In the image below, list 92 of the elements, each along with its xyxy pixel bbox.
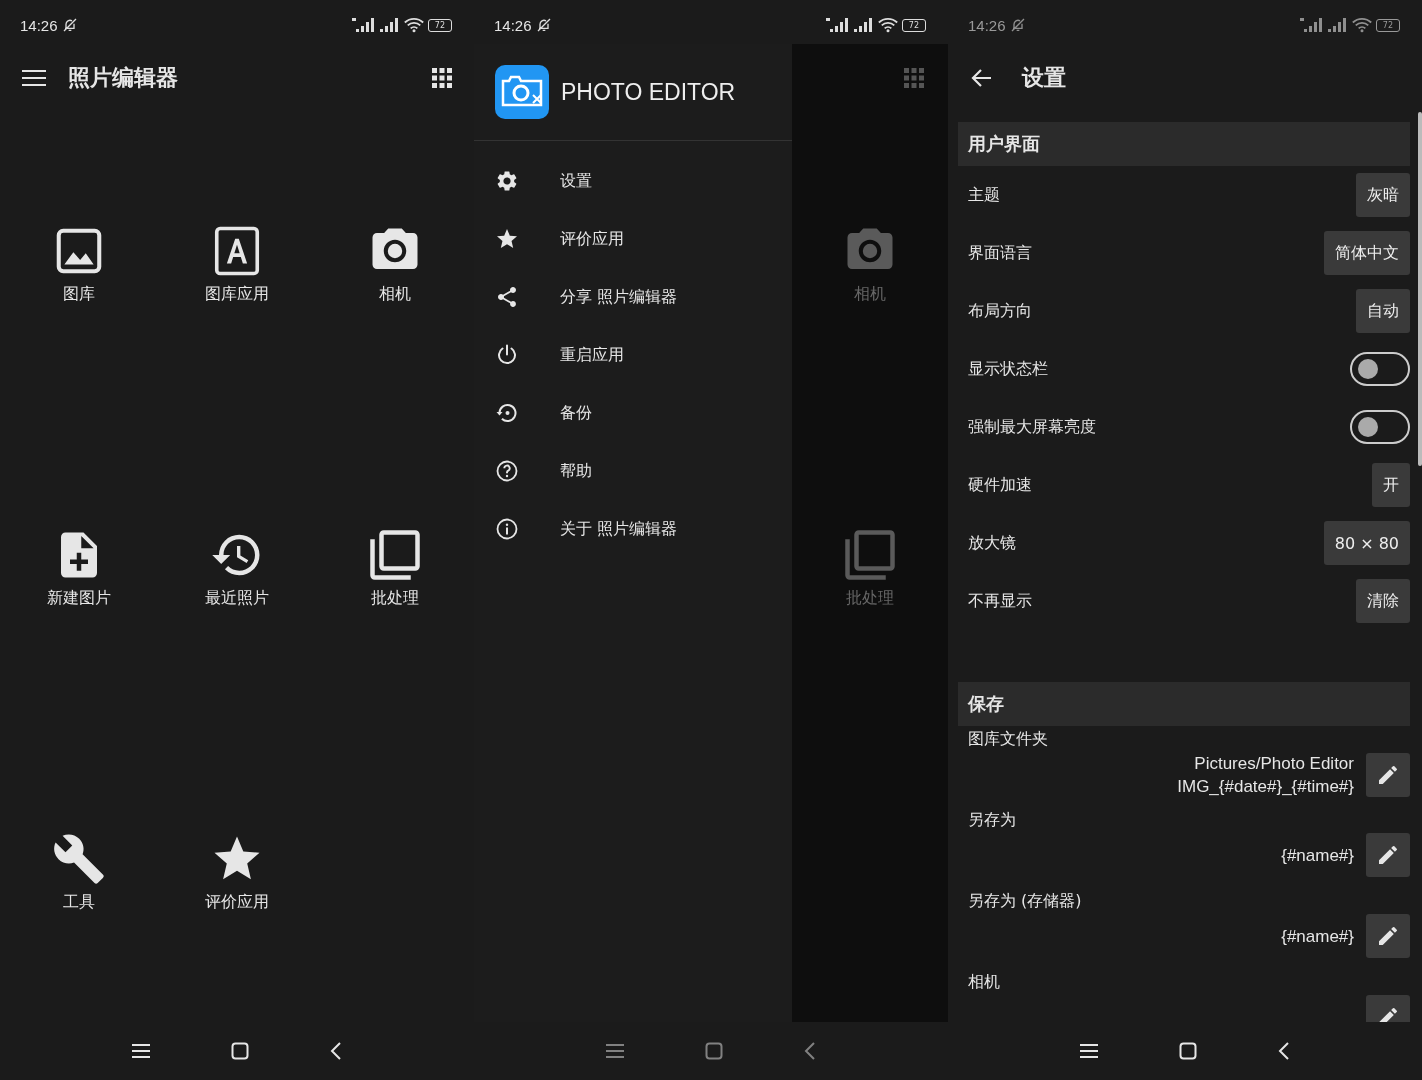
tile-label[interactable]: 新建图片: [47, 588, 111, 609]
setting-label: 另存为: [968, 809, 1017, 831]
drawer-item[interactable]: 备份: [474, 384, 792, 442]
signal-icon: [379, 18, 400, 32]
home-square-icon[interactable]: [231, 1042, 249, 1060]
battery-indicator: 72: [427, 18, 452, 32]
setting-label: 界面语言: [968, 242, 1032, 264]
signal-icon: [351, 18, 376, 32]
camera-logo-icon: [495, 65, 549, 119]
app-title: 照片编辑器: [68, 64, 179, 92]
home-square-icon[interactable]: [1179, 1042, 1197, 1060]
bell-off-icon: [61, 17, 78, 33]
edit-button[interactable]: [1366, 753, 1410, 797]
tile-label[interactable]: 图库应用: [205, 284, 269, 305]
value-button[interactable]: 开: [1372, 463, 1410, 507]
wifi-icon: [403, 17, 424, 33]
value-button[interactable]: 80 × 80: [1323, 521, 1410, 565]
setting-label: 强制最大屏幕亮度: [968, 416, 1096, 438]
toggle-switch[interactable]: [1350, 410, 1410, 444]
status-time: 14:26: [20, 16, 58, 34]
setting-label: 放大镜: [968, 532, 1016, 554]
back-arrow-icon[interactable]: [970, 68, 992, 88]
back-icon[interactable]: [1277, 1041, 1291, 1061]
stacked-squares-icon: [368, 528, 422, 582]
menu-icon[interactable]: [131, 1043, 151, 1059]
status-time: 14:26: [968, 16, 1006, 34]
back-icon[interactable]: [329, 1041, 343, 1061]
edit-button[interactable]: [1366, 914, 1410, 958]
wrench-icon: [52, 832, 106, 886]
drawer-item[interactable]: 帮助: [474, 442, 792, 500]
section-header: 保存: [958, 682, 1410, 726]
wifi-icon: [1351, 17, 1372, 33]
setting-label: 主题: [968, 184, 1000, 206]
signal-icon: [853, 18, 874, 32]
pencil-icon: [1376, 924, 1400, 948]
value-button[interactable]: 简体中文: [1324, 231, 1410, 275]
grid-icon[interactable]: [432, 68, 452, 88]
setting-label: 图库文件夹: [968, 728, 1049, 750]
share-icon: [495, 285, 519, 309]
status-time: 14:26: [494, 16, 532, 34]
drawer-item[interactable]: 评价应用: [474, 210, 792, 268]
tile-label: 批处理: [846, 588, 894, 609]
tile-label[interactable]: 工具: [63, 892, 95, 913]
signal-icon: [825, 18, 850, 32]
setting-label: 相机: [968, 971, 1001, 993]
star-icon: [495, 227, 519, 251]
setting-value: {#name#}: [1281, 925, 1354, 948]
menu-icon[interactable]: [22, 69, 46, 87]
setting-label: 硬件加速: [968, 474, 1032, 496]
tile-label: 相机: [854, 284, 886, 305]
bell-off-icon: [1009, 17, 1026, 33]
wifi-icon: [877, 17, 898, 33]
battery-indicator: 72: [901, 18, 926, 32]
stacked-squares-icon: [843, 528, 897, 582]
tile-label[interactable]: 评价应用: [205, 892, 269, 913]
setting-label: 布局方向: [968, 300, 1032, 322]
setting-value: IMG_{#date#}_{#time#}: [1177, 776, 1354, 798]
restore-icon: [495, 401, 519, 425]
tile-label[interactable]: 批处理: [371, 588, 419, 609]
app-name: PHOTO EDITOR: [561, 78, 736, 106]
tile-label[interactable]: 图库: [63, 284, 95, 305]
menu-icon[interactable]: [1079, 1043, 1099, 1059]
tile-label[interactable]: 最近照片: [205, 588, 269, 609]
page-title: 设置: [1022, 64, 1067, 92]
setting-value: {#name#}: [1281, 844, 1354, 867]
tile-label[interactable]: 相机: [379, 284, 411, 305]
drawer-item[interactable]: 重启应用: [474, 326, 792, 384]
power-icon: [495, 343, 519, 367]
settings-icon: [495, 169, 519, 193]
edit-button[interactable]: [1366, 833, 1410, 877]
drawer-item[interactable]: 设置: [474, 152, 792, 210]
setting-value: Pictures/Photo Editor: [1194, 753, 1354, 775]
drawer-item[interactable]: 关于 照片编辑器: [474, 500, 792, 558]
setting-label: 显示状态栏: [968, 358, 1048, 380]
value-button[interactable]: 自动: [1356, 289, 1410, 333]
signal-icon: [1299, 18, 1324, 32]
value-button[interactable]: 灰暗: [1356, 173, 1410, 217]
bell-off-icon: [535, 17, 552, 33]
setting-label: 不再显示: [968, 590, 1032, 612]
section-header: 用户界面: [958, 122, 1410, 166]
toggle-switch[interactable]: [1350, 352, 1410, 386]
setting-label: 另存为 (存储器): [968, 890, 1083, 912]
help-icon: [495, 459, 519, 483]
drawer-item[interactable]: 分享 照片编辑器: [474, 268, 792, 326]
pencil-icon: [1376, 763, 1400, 787]
scrollbar-thumb[interactable]: [1418, 112, 1422, 466]
grid-icon: [904, 68, 924, 88]
info-icon: [495, 517, 519, 541]
signal-icon: [1327, 18, 1348, 32]
battery-indicator: 72: [1375, 18, 1400, 32]
pencil-icon: [1376, 843, 1400, 867]
value-button[interactable]: 清除: [1356, 579, 1410, 623]
